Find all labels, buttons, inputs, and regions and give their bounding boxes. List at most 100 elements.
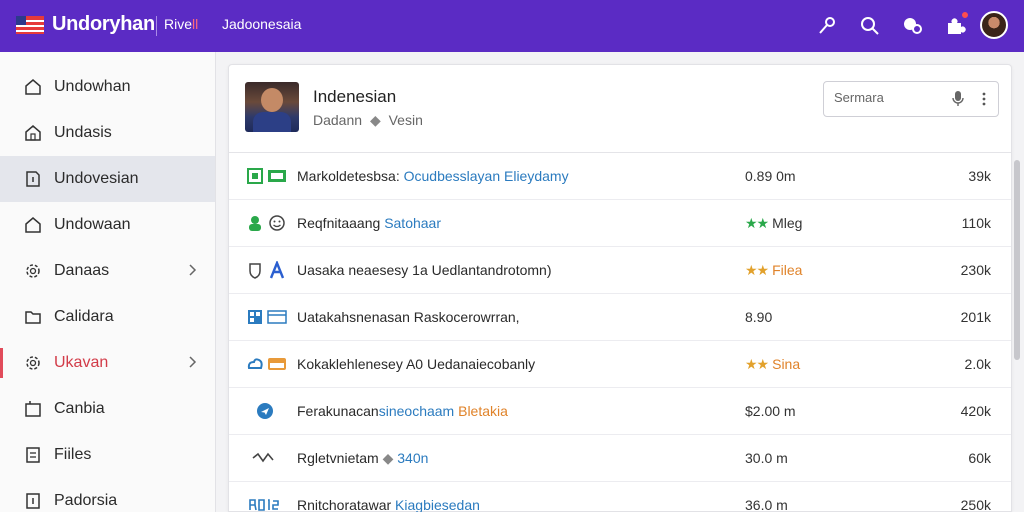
row-mid: 8.90 — [745, 309, 773, 325]
search-box[interactable] — [823, 81, 999, 117]
sidebar-item-canbia[interactable]: Canbia — [0, 386, 215, 432]
sidebar-item-label: Undowhan — [54, 78, 131, 95]
row-name: Rgletvnietam ◆ 340n — [297, 450, 428, 467]
row-mid: ★★ Filea — [745, 262, 802, 279]
table-row[interactable]: Rnitchoratawar Kiagbiesedan 36.0 m 250k — [229, 482, 1011, 512]
user-icon — [249, 216, 261, 231]
page-icon — [24, 170, 42, 188]
search-input[interactable] — [834, 90, 944, 105]
user-avatar[interactable] — [980, 11, 1008, 39]
chat-icon — [904, 18, 922, 34]
sidebar-item-undovesian[interactable]: Undovesian — [0, 156, 215, 202]
nav-link-jadoonesaia[interactable]: Jadoonesaia — [222, 16, 301, 32]
row-name-text: Markoldetesbsa: — [297, 168, 400, 184]
card-icon — [268, 358, 286, 370]
flag-grid-icon — [268, 170, 286, 182]
top-app-bar: Undoryhan Rivell Jadoonesaia — [0, 0, 1024, 52]
chevron-right-icon — [189, 356, 197, 368]
sidebar-item-undowaan[interactable]: Undowaan — [0, 202, 215, 248]
sidebar-item-label: Undasis — [54, 124, 112, 141]
notification-badge — [960, 10, 970, 20]
nav-link-rivell-prefix: Rive — [164, 16, 193, 32]
page-subtitle: Dadann ◆ Vesin — [313, 112, 423, 129]
table-row[interactable]: Markoldetesbsa: Ocudbesslayan Elieydamy … — [229, 153, 1011, 200]
row-name: Rnitchoratawar Kiagbiesedan — [297, 497, 480, 512]
list-icon — [24, 446, 42, 464]
vertical-scrollbar[interactable] — [1014, 160, 1020, 360]
row-link[interactable]: 340n — [397, 450, 428, 466]
page-icon — [24, 492, 42, 510]
search-icon — [861, 17, 879, 35]
row-name: Reqfnitaaang Satohaar — [297, 215, 441, 231]
more-vertical-icon[interactable] — [978, 90, 990, 108]
tool-button[interactable] — [815, 14, 839, 38]
row-value: 420k — [960, 403, 991, 419]
microphone-icon[interactable] — [950, 90, 966, 108]
smile-icon — [269, 215, 285, 231]
page-title: Indenesian — [313, 87, 397, 106]
nav-link-rivell[interactable]: Rivell — [164, 16, 198, 32]
sidebar-item-label: Padorsia — [54, 492, 118, 509]
home-icon — [24, 78, 42, 96]
row-name-text: Ferakunacan — [297, 403, 379, 419]
row-value: 201k — [960, 309, 991, 325]
sidebar-item-padorsia[interactable]: Padorsia — [0, 478, 215, 512]
subtitle-b: Vesin — [388, 112, 423, 128]
table-row[interactable]: Reqfnitaaang Satohaar ★★ Mleg 110k — [229, 200, 1011, 247]
logo-mark-icon — [249, 499, 279, 511]
sidebar-item-ukavan[interactable]: Ukavan — [0, 340, 215, 386]
row-mid: 30.0 m — [745, 450, 788, 466]
sidebar-item-label: Fiiles — [54, 446, 92, 463]
row-name-text: Reqfnitaaang — [297, 215, 381, 231]
row-name: Kokaklehlenesey A0 Uedanaiecobanly — [297, 356, 536, 372]
row-link[interactable]: Kiagbiesedan — [395, 497, 480, 512]
sidebar-item-undasis[interactable]: Undasis — [0, 110, 215, 156]
shield-icon — [249, 263, 261, 279]
sidebar-item-undowhan[interactable]: Undowhan — [0, 64, 215, 110]
row-link[interactable]: Satohaar — [384, 215, 441, 231]
chat-button[interactable] — [901, 14, 925, 38]
diamond-icon: ◆ — [382, 450, 394, 466]
sidebar-item-label: Ukavan — [54, 354, 109, 371]
table-row[interactable]: Rgletvnietam ◆ 340n 30.0 m 60k — [229, 435, 1011, 482]
row-value: 110k — [961, 215, 991, 231]
nav-divider — [156, 16, 157, 36]
cloud-icon — [247, 358, 263, 369]
row-value: 230k — [960, 262, 991, 278]
folder-icon — [24, 308, 42, 326]
sidebar-item-label: Undovesian — [54, 170, 139, 187]
row-link[interactable]: Ocudbesslayan Elieydamy — [404, 168, 569, 184]
row-name: Ferakunacansineochaam Bletakia — [297, 403, 508, 419]
table-row[interactable]: Uasaka neaesesy 1a Uedlantandrotomn) ★★ F… — [229, 247, 1011, 294]
table-row[interactable]: Kokaklehlenesey A0 Uedanaiecobanly ★★ Sin… — [229, 341, 1011, 388]
star-rating: ★★ — [745, 262, 769, 278]
row-name-text: Rgletvnietam — [297, 450, 379, 466]
telegram-icon — [257, 403, 273, 419]
sidebar-item-fiiles[interactable]: Fiiles — [0, 432, 215, 478]
search-button[interactable] — [858, 14, 882, 38]
row-mid: ★★ Sina — [745, 356, 800, 373]
table-row[interactable]: Ferakunacansineochaam Bletakia $2.00 m 4… — [229, 388, 1011, 435]
row-mid-text: Mleg — [772, 215, 803, 231]
row-link-secondary[interactable]: Bletakia — [458, 403, 508, 419]
sidebar: Undowhan Undasis Undovesian Undowaan Dan… — [0, 52, 216, 512]
sidebar-item-label: Canbia — [54, 400, 105, 417]
star-rating: ★★ — [745, 215, 769, 231]
profile-body — [253, 112, 291, 132]
main-card: Indenesian Dadann ◆ Vesin Markoldetesbsa… — [228, 64, 1012, 512]
sidebar-item-danaas[interactable]: Danaas — [0, 248, 215, 294]
letter-a-icon — [269, 261, 285, 279]
row-mid: $2.00 m — [745, 403, 796, 419]
row-link[interactable]: sineochaam — [379, 403, 455, 419]
grid-icon — [248, 310, 262, 324]
sidebar-item-calidara[interactable]: Calidara — [0, 294, 215, 340]
row-mid: 36.0 m — [745, 497, 788, 512]
star-rating: ★★ — [745, 356, 769, 372]
row-name: Uatakahsnenasan Raskocerowrran, — [297, 309, 520, 325]
profile-photo — [245, 82, 299, 132]
sidebar-item-label: Danaas — [54, 262, 110, 279]
key-icon — [819, 17, 835, 34]
table-row[interactable]: Uatakahsnenasan Raskocerowrran, 8.90 201… — [229, 294, 1011, 341]
app-brand[interactable]: Undoryhan — [52, 13, 155, 36]
subtitle-a: Dadann — [313, 112, 363, 128]
